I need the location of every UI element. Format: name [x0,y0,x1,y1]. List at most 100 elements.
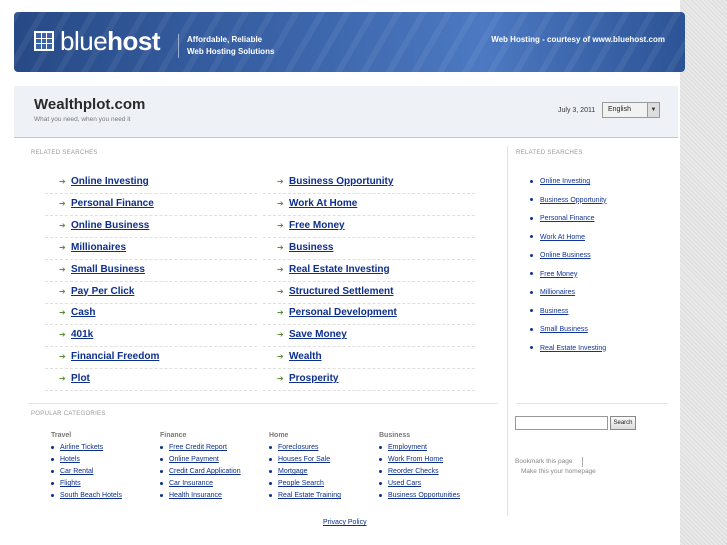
related-link-row[interactable]: ➔ Pay Per Click [45,282,257,304]
sidebar-related-link[interactable]: Online Business [540,252,591,259]
sidebar-related-item[interactable]: Free Money [530,271,577,278]
category-item[interactable]: Free Credit Report [160,444,270,456]
related-link[interactable]: Financial Freedom [71,351,159,362]
category-item[interactable]: Business Opportunities [379,492,489,504]
related-link[interactable]: Free Money [289,220,345,231]
related-link-row[interactable]: ➔ Financial Freedom [45,347,257,370]
sidebar-related-item[interactable]: Personal Finance [530,215,594,222]
category-item[interactable]: Houses For Sale [269,456,379,468]
category-item[interactable]: Car Insurance [160,480,270,492]
category-link[interactable]: Hotels [60,456,80,463]
related-link[interactable]: Pay Per Click [71,286,134,297]
related-link-row[interactable]: ➔ 401k [45,325,257,348]
category-item[interactable]: Airline Tickets [51,444,161,456]
sidebar-related-link[interactable]: Business Opportunity [540,197,607,204]
related-link[interactable]: Small Business [71,264,145,275]
bluehost-logo[interactable]: bluehost [34,26,161,56]
sidebar-related-item[interactable]: Millionaires [530,289,575,296]
category-link[interactable]: Real Estate Training [278,492,341,499]
search-input[interactable] [515,416,608,430]
category-link[interactable]: Online Payment [169,456,219,463]
category-link[interactable]: Flights [60,480,81,487]
category-link[interactable]: Health Insurance [169,492,222,499]
chevron-down-icon[interactable]: ▼ [647,103,659,117]
category-link[interactable]: South Beach Hotels [60,492,122,499]
sidebar-related-link[interactable]: Millionaires [540,289,575,296]
category-item[interactable]: Used Cars [379,480,489,492]
category-link[interactable]: Credit Card Application [169,468,241,475]
banner-courtesy[interactable]: Web Hosting - courtesy of www.bluehost.c… [491,35,665,44]
related-link[interactable]: Online Business [71,220,149,231]
related-link-row[interactable]: ➔ Prosperity [263,369,475,392]
category-item[interactable]: South Beach Hotels [51,492,161,504]
sidebar-related-item[interactable]: Online Investing [530,178,590,185]
category-item[interactable]: Real Estate Training [269,492,379,504]
category-item[interactable]: Mortgage [269,468,379,480]
category-link[interactable]: Mortgage [278,468,308,475]
sidebar-related-item[interactable]: Small Business [530,326,588,333]
category-link[interactable]: Business Opportunities [388,492,460,499]
bookmark-link[interactable]: Bookmark this page [515,458,572,465]
privacy-policy-link[interactable]: Privacy Policy [323,519,367,526]
category-link[interactable]: People Search [278,480,324,487]
related-link[interactable]: Business Opportunity [289,176,393,187]
related-link-row[interactable]: ➔ Free Money [263,216,475,238]
sidebar-related-link[interactable]: Free Money [540,271,577,278]
category-item[interactable]: Hotels [51,456,161,468]
category-link[interactable]: Houses For Sale [278,456,330,463]
category-link[interactable]: Used Cars [388,480,421,487]
sidebar-related-link[interactable]: Small Business [540,326,588,333]
category-item[interactable]: Reorder Checks [379,468,489,480]
sidebar-related-item[interactable]: Business [530,308,568,315]
related-link[interactable]: Prosperity [289,373,338,384]
related-link-row[interactable]: ➔ Work At Home [263,194,475,216]
related-link[interactable]: Online Investing [71,176,149,187]
sidebar-related-link[interactable]: Personal Finance [540,215,594,222]
sidebar-related-item[interactable]: Business Opportunity [530,197,607,204]
category-item[interactable]: Foreclosures [269,444,379,456]
related-link[interactable]: Plot [71,373,90,384]
category-link[interactable]: Employment [388,444,427,451]
language-select[interactable]: English ▼ [602,102,660,118]
sidebar-related-link[interactable]: Online Investing [540,178,590,185]
related-link[interactable]: 401k [71,329,93,340]
related-link[interactable]: Personal Development [289,307,397,318]
related-link[interactable]: Business [289,242,333,253]
related-link-row[interactable]: ➔ Business Opportunity [263,172,475,194]
category-link[interactable]: Free Credit Report [169,444,227,451]
related-link-row[interactable]: ➔ Real Estate Investing [263,260,475,282]
sidebar-related-item[interactable]: Real Estate Investing [530,345,606,352]
category-link[interactable]: Car Rental [60,468,93,475]
related-link-row[interactable]: ➔ Small Business [45,260,257,282]
related-link[interactable]: Real Estate Investing [289,264,390,275]
category-link[interactable]: Car Insurance [169,480,213,487]
sidebar-related-link[interactable]: Work At Home [540,234,585,241]
category-link[interactable]: Work From Home [388,456,443,463]
sidebar-related-item[interactable]: Online Business [530,252,591,259]
related-link-row[interactable]: ➔ Personal Development [263,303,475,326]
search-button[interactable]: Search [610,416,636,430]
sidebar-related-link[interactable]: Real Estate Investing [540,345,606,352]
category-item[interactable]: Flights [51,480,161,492]
category-item[interactable]: People Search [269,480,379,492]
related-link[interactable]: Save Money [289,329,347,340]
category-item[interactable]: Credit Card Application [160,468,270,480]
category-item[interactable]: Work From Home [379,456,489,468]
related-link[interactable]: Work At Home [289,198,357,209]
related-link-row[interactable]: ➔ Personal Finance [45,194,257,216]
homepage-link[interactable]: Make this your homepage [521,468,596,475]
category-item[interactable]: Online Payment [160,456,270,468]
related-link[interactable]: Wealth [289,351,322,362]
related-link-row[interactable]: ➔ Structured Settlement [263,282,475,304]
related-link-row[interactable]: ➔ Online Business [45,216,257,238]
category-item[interactable]: Health Insurance [160,492,270,504]
related-link[interactable]: Millionaires [71,242,126,253]
category-link[interactable]: Foreclosures [278,444,318,451]
sidebar-related-item[interactable]: Work At Home [530,234,585,241]
category-link[interactable]: Reorder Checks [388,468,439,475]
related-link-row[interactable]: ➔ Online Investing [45,172,257,194]
related-link[interactable]: Personal Finance [71,198,154,209]
related-link[interactable]: Cash [71,307,95,318]
category-link[interactable]: Airline Tickets [60,444,103,451]
sidebar-related-link[interactable]: Business [540,308,568,315]
